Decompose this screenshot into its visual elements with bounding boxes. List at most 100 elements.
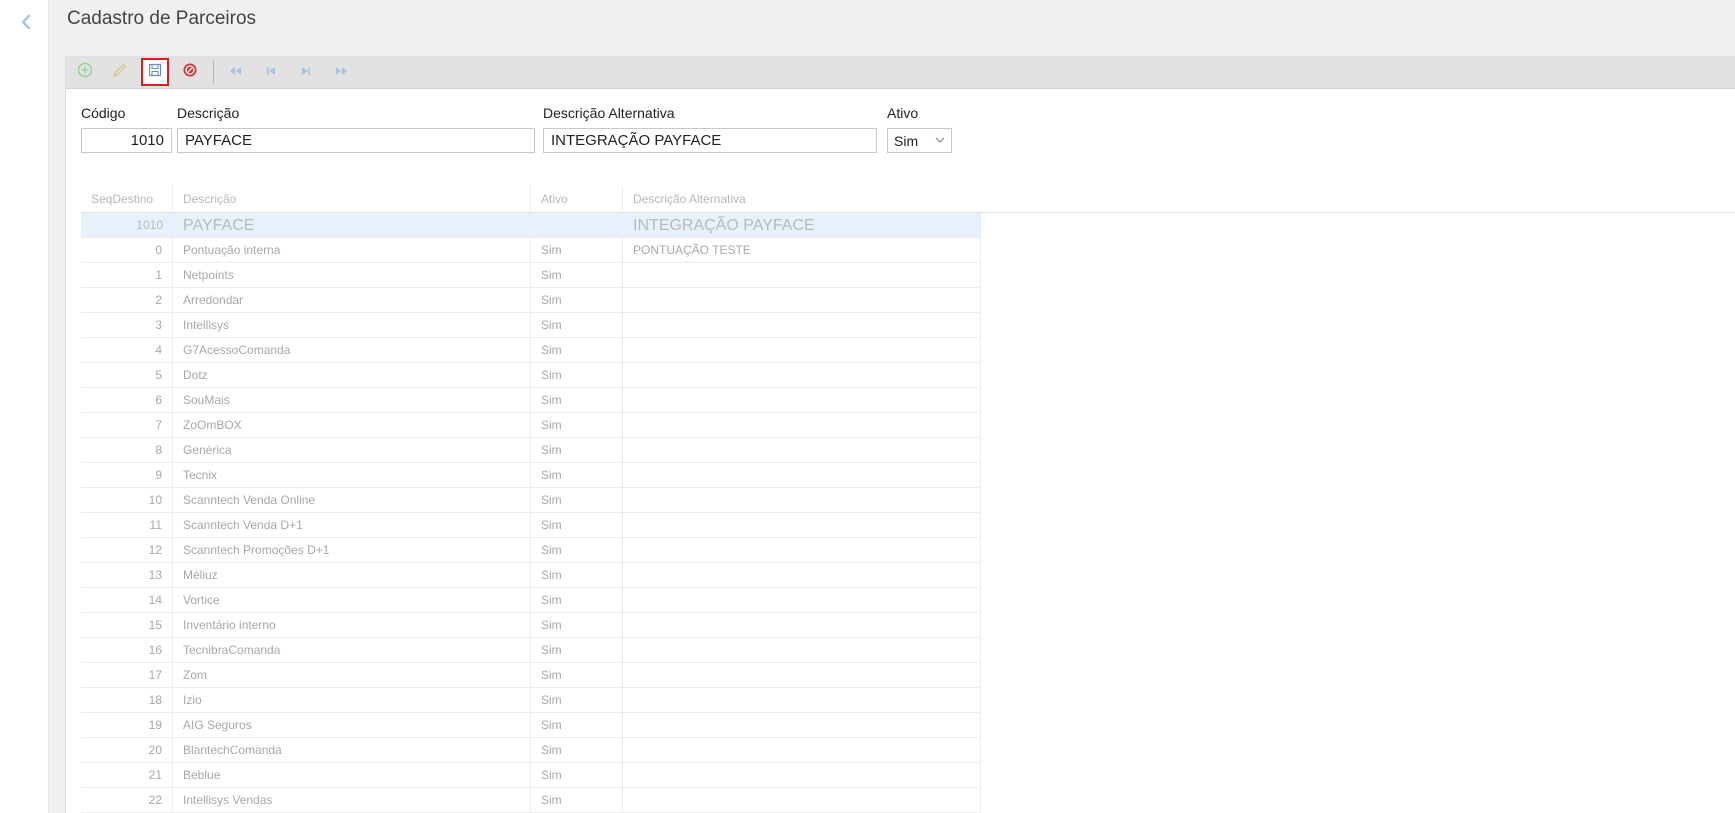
cell-descricao: Scanntech Promoções D+1	[173, 537, 531, 563]
cancel-icon	[182, 62, 198, 83]
cell-descricao: Vortice	[173, 587, 531, 613]
cell-descricao: Genérica	[173, 437, 531, 463]
edit-icon	[112, 62, 128, 83]
cell-seq: 10	[81, 487, 173, 513]
cell-ativo: Sim	[531, 312, 623, 338]
table-row[interactable]: 21 Beblue Sim	[81, 762, 981, 788]
header-ativo[interactable]: Ativo	[531, 186, 623, 212]
codigo-field[interactable]	[81, 128, 172, 153]
cell-desc-alt	[623, 287, 981, 313]
last-record-button[interactable]	[327, 58, 355, 86]
table-row[interactable]: 19 AIG Seguros Sim	[81, 712, 981, 738]
first-record-button[interactable]	[222, 58, 250, 86]
cell-desc-alt	[623, 487, 981, 513]
cell-ativo: Sim	[531, 562, 623, 588]
previous-record-button[interactable]	[257, 58, 285, 86]
cell-seq: 15	[81, 612, 173, 638]
table-row[interactable]: 12 Scanntech Promoções D+1 Sim	[81, 537, 981, 563]
table-row[interactable]: 16 TecnibraComanda Sim	[81, 637, 981, 663]
cell-ativo: Sim	[531, 262, 623, 288]
table-row[interactable]: 7 ZoOmBOX Sim	[81, 412, 981, 438]
table-row[interactable]: 1 Netpoints Sim	[81, 262, 981, 288]
table-row[interactable]: 22 Intellisys Vendas Sim	[81, 787, 981, 813]
table-row[interactable]: 20 BlantechComanda Sim	[81, 737, 981, 763]
table-row[interactable]: 8 Genérica Sim	[81, 437, 981, 463]
main-panel: Código Descrição Descrição Alternativa A…	[65, 56, 1735, 813]
table-row[interactable]: 6 SouMais Sim	[81, 387, 981, 413]
cancel-button[interactable]	[176, 58, 204, 86]
cell-descricao: G7AcessoComanda	[173, 337, 531, 363]
table-row[interactable]: 2 Arredondar Sim	[81, 287, 981, 313]
add-button[interactable]	[71, 58, 99, 86]
cell-desc-alt	[623, 262, 981, 288]
cell-desc-alt	[623, 587, 981, 613]
cell-seq: 16	[81, 637, 173, 663]
cell-ativo: Sim	[531, 587, 623, 613]
table-row[interactable]: 18 Izio Sim	[81, 687, 981, 713]
header-descricao[interactable]: Descrição	[173, 186, 531, 212]
header-seqdestino[interactable]: SeqDestino	[81, 186, 173, 212]
cell-seq: 21	[81, 762, 173, 788]
cell-seq: 22	[81, 787, 173, 813]
cell-ativo	[531, 213, 623, 238]
header-desc-alt[interactable]: Descrição Alternativa	[623, 186, 981, 212]
cell-desc-alt	[623, 762, 981, 788]
toolbar-separator	[213, 60, 214, 84]
save-button[interactable]	[141, 58, 169, 86]
edit-button[interactable]	[106, 58, 134, 86]
cell-ativo: Sim	[531, 487, 623, 513]
cell-descricao: AIG Seguros	[173, 712, 531, 738]
ativo-label: Ativo	[887, 105, 919, 121]
first-icon	[229, 63, 243, 81]
descricao-field[interactable]	[177, 128, 535, 153]
table-row[interactable]: 5 Dotz Sim	[81, 362, 981, 388]
table-row[interactable]: 15 Inventário interno Sim	[81, 612, 981, 638]
cell-seq: 1010	[136, 217, 163, 232]
cell-ativo: Sim	[531, 412, 623, 438]
cell-ativo: Sim	[531, 612, 623, 638]
table-row[interactable]: 13 Méliuz Sim	[81, 562, 981, 588]
cell-descricao: Méliuz	[173, 562, 531, 588]
table-row[interactable]: 9 Tecnix Sim	[81, 462, 981, 488]
cell-seq: 5	[81, 362, 173, 388]
cell-seq: 20	[81, 737, 173, 763]
cell-ativo: Sim	[531, 662, 623, 688]
table-row[interactable]: 4 G7AcessoComanda Sim	[81, 337, 981, 363]
table-row-selected[interactable]: 1010 PAYFACE INTEGRAÇÃO PAYFACE	[81, 213, 981, 238]
table-row[interactable]: 17 Zom Sim	[81, 662, 981, 688]
table-row[interactable]: 10 Scanntech Venda Online Sim	[81, 487, 981, 513]
back-button[interactable]	[14, 12, 38, 36]
cell-descricao: Inventário interno	[173, 612, 531, 638]
cell-seq: 19	[81, 712, 173, 738]
cell-descricao: Intellisys	[173, 312, 531, 338]
cell-desc-alt	[623, 737, 981, 763]
cell-ativo: Sim	[531, 737, 623, 763]
cell-desc-alt	[623, 787, 981, 813]
sidebar	[0, 0, 49, 813]
cell-descricao: Beblue	[173, 762, 531, 788]
add-icon	[77, 62, 93, 83]
table-row[interactable]: 14 Vortice Sim	[81, 587, 981, 613]
cell-ativo: Sim	[531, 787, 623, 813]
previous-icon	[265, 63, 277, 81]
cell-desc-alt	[623, 712, 981, 738]
cell-descricao: PAYFACE	[183, 216, 255, 234]
cell-desc-alt	[623, 687, 981, 713]
cell-descricao: Pontuação interna	[173, 237, 531, 263]
desc-alt-field[interactable]	[543, 128, 877, 153]
ativo-select[interactable]: Sim	[887, 128, 952, 153]
cell-desc-alt	[623, 362, 981, 388]
cell-seq: 17	[81, 662, 173, 688]
table-row[interactable]: 11 Scanntech Venda D+1 Sim	[81, 512, 981, 538]
grid-header: SeqDestino Descrição Ativo Descrição Alt…	[81, 186, 1735, 213]
table-row[interactable]: 0 Pontuação interna Sim PONTUAÇÃO TESTE	[81, 237, 981, 263]
descricao-label: Descrição	[177, 105, 240, 121]
cell-descricao: Netpoints	[173, 262, 531, 288]
cell-desc-alt: INTEGRAÇÃO PAYFACE	[633, 216, 815, 234]
cell-seq: 3	[81, 312, 173, 338]
table-row[interactable]: 3 Intellisys Sim	[81, 312, 981, 338]
cell-desc-alt	[623, 612, 981, 638]
next-record-button[interactable]	[292, 58, 320, 86]
cell-desc-alt	[623, 437, 981, 463]
cell-descricao: Intellisys Vendas	[173, 787, 531, 813]
